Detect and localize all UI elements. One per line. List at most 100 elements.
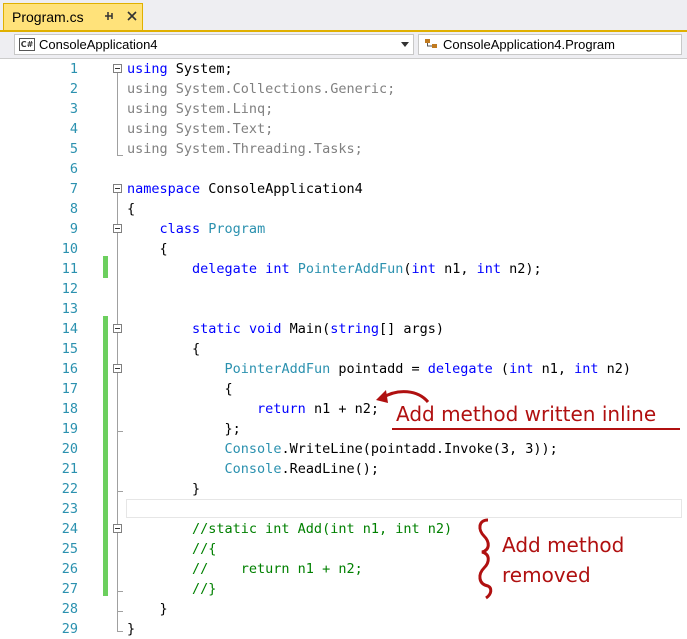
code-line: 12 xyxy=(0,279,687,299)
code-text: using System; xyxy=(127,59,233,79)
keyword: int xyxy=(574,361,599,377)
chevron-down-icon[interactable] xyxy=(401,42,409,47)
code-line: 20 Console.WriteLine(pointadd.Invoke(3, … xyxy=(0,439,687,459)
keyword: static xyxy=(192,321,241,337)
code-line: 7 namespace ConsoleApplication4 xyxy=(0,179,687,199)
code-line: 3 using System.Linq; xyxy=(0,99,687,119)
keyword: delegate xyxy=(192,261,258,277)
keyword: int xyxy=(476,261,501,277)
annotation-underline xyxy=(392,428,680,430)
code-line: 28 } xyxy=(0,599,687,619)
code-text: } xyxy=(127,601,168,617)
code-comment: // return n1 + n2; xyxy=(127,561,363,577)
keyword: int xyxy=(411,261,436,277)
code-line: 4 using System.Text; xyxy=(0,119,687,139)
tab-label: Program.cs xyxy=(12,9,84,25)
keyword: using xyxy=(127,61,168,77)
code-fragment: ( xyxy=(492,361,510,377)
line-number: 10 xyxy=(61,241,78,257)
line-number: 19 xyxy=(61,421,78,437)
code-fragment: Main( xyxy=(281,321,331,337)
code-fragment: .ReadLine(); xyxy=(281,461,379,477)
code-line: 11 delegate int PointerAddFun(int n1, in… xyxy=(0,259,687,279)
code-line: 6 xyxy=(0,159,687,179)
keyword: namespace xyxy=(127,181,201,197)
keyword: string xyxy=(330,321,380,337)
line-number: 11 xyxy=(61,261,78,277)
line-number: 6 xyxy=(69,161,78,177)
code-fragment: n2) xyxy=(598,361,631,377)
code-fragment xyxy=(241,321,249,337)
code-comment: //static int Add(int n1, int n2) xyxy=(127,521,453,537)
line-number: 14 xyxy=(61,321,78,337)
line-number: 15 xyxy=(61,341,78,357)
code-comment: //{ xyxy=(127,541,217,557)
line-number: 9 xyxy=(69,221,78,237)
code-text: Console.WriteLine(pointadd.Invoke(3, 3))… xyxy=(127,439,558,459)
line-number: 20 xyxy=(61,441,78,457)
keyword: int xyxy=(265,261,290,277)
code-text: }; xyxy=(127,421,241,437)
line-number: 7 xyxy=(69,181,78,197)
type-name: Program xyxy=(208,221,266,237)
line-number: 2 xyxy=(69,81,78,97)
code-fragment: n1 + n2; xyxy=(305,401,379,417)
annotation-removed-line1: Add method xyxy=(502,533,625,557)
code-line: 2 using System.Collections.Generic; xyxy=(0,79,687,99)
line-number: 3 xyxy=(69,101,78,117)
type-name: Console xyxy=(224,441,282,457)
code-text: static void Main(string[] args) xyxy=(127,319,444,339)
pin-icon[interactable] xyxy=(102,8,116,24)
code-text: Console.ReadLine(); xyxy=(127,459,379,479)
code-fragment: n1, xyxy=(533,361,575,377)
code-fragment: n2); xyxy=(500,261,542,277)
code-text: { xyxy=(127,241,168,257)
close-icon[interactable] xyxy=(125,8,139,24)
code-comment: //} xyxy=(127,581,217,597)
code-fragment: [] args) xyxy=(379,321,445,337)
tab-strip: Program.cs xyxy=(0,0,687,32)
line-number: 29 xyxy=(61,621,78,637)
csharp-file-icon: C# xyxy=(19,38,35,51)
type-name: PointerAddFun xyxy=(224,361,331,377)
line-number: 24 xyxy=(61,521,78,537)
code-line: 5 using System.Threading.Tasks; xyxy=(0,139,687,159)
annotation-removed-line2: removed xyxy=(502,563,591,587)
line-number: 17 xyxy=(61,381,78,397)
line-number: 16 xyxy=(61,361,78,377)
keyword: int xyxy=(509,361,534,377)
code-fragment: pointadd = xyxy=(330,361,428,377)
line-number: 18 xyxy=(61,401,78,417)
code-text: { xyxy=(127,201,136,217)
code-line: 29 } xyxy=(0,619,687,639)
code-text: class Program xyxy=(127,219,266,239)
type-name: Console xyxy=(224,461,282,477)
code-fragment xyxy=(257,261,265,277)
line-number: 4 xyxy=(69,121,78,137)
code-line: 17 { xyxy=(0,379,687,399)
project-combo[interactable]: C# ConsoleApplication4 xyxy=(14,34,414,55)
code-line: 8 { xyxy=(0,199,687,219)
code-line: 16 PointerAddFun pointadd = delegate (in… xyxy=(0,359,687,379)
code-line: 14 static void Main(string[] args) xyxy=(0,319,687,339)
code-text: using System.Collections.Generic; xyxy=(127,81,396,97)
line-number: 25 xyxy=(61,541,78,557)
project-combo-value: ConsoleApplication4 xyxy=(39,37,158,52)
code-fragment: System; xyxy=(167,61,233,77)
line-number: 5 xyxy=(69,141,78,157)
tab-program-cs[interactable]: Program.cs xyxy=(3,3,143,30)
code-line: 9 class Program xyxy=(0,219,687,239)
code-fragment: .WriteLine(pointadd.Invoke(3, 3)); xyxy=(281,441,558,457)
code-line: 15 { xyxy=(0,339,687,359)
line-number: 26 xyxy=(61,561,78,577)
member-combo[interactable]: ConsoleApplication4.Program xyxy=(418,34,682,55)
line-number: 22 xyxy=(61,481,78,497)
code-text: } xyxy=(127,621,136,637)
code-text: using System.Linq; xyxy=(127,101,274,117)
keyword: return xyxy=(257,401,306,417)
